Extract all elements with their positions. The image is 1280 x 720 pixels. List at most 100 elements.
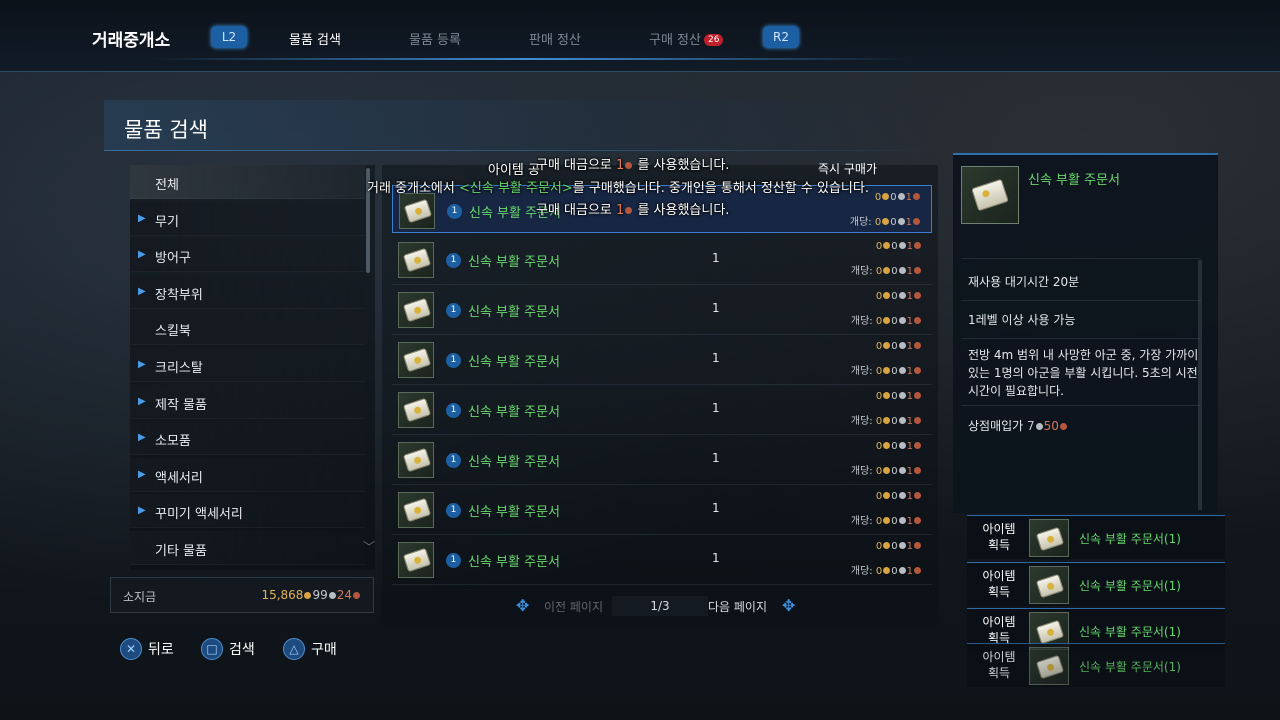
category-label: 액세서리 <box>155 470 203 486</box>
silver-coin-icon <box>898 417 906 424</box>
tab-purchase-settlement[interactable]: 구매 정산 26 <box>649 29 724 48</box>
unit-price-label: 개당: <box>850 316 873 327</box>
unit-price-label: 개당: <box>850 266 873 277</box>
item-row[interactable]: 1 신속 부활 주문서 1 0 0 1 개당: 001 <box>392 285 932 335</box>
gold-coin-icon <box>883 317 891 324</box>
item-row[interactable]: 1 신속 부활 주문서 1 0 0 1 개당: 001 <box>392 385 932 435</box>
back-button[interactable]: ✕ 뒤로 <box>120 638 174 662</box>
scroll-icon <box>403 198 433 224</box>
detail-scrollbar[interactable] <box>1198 260 1202 510</box>
copper-coin-icon <box>914 417 921 424</box>
detail-divider <box>961 405 1201 406</box>
cross-button-icon: ✕ <box>120 638 142 660</box>
category-item-all[interactable]: 전체 <box>130 165 365 199</box>
copper-coin-icon <box>914 367 921 374</box>
scroll-icon <box>1035 573 1065 599</box>
tab-item-register[interactable]: 물품 등록 <box>409 29 461 48</box>
search-button[interactable]: □ 검색 <box>201 638 255 662</box>
item-row[interactable]: 1 신속 부활 주문서 1 0 0 1 개당: 001 <box>392 335 932 385</box>
r2-button[interactable]: R2 <box>763 26 799 48</box>
silver-amount: 99 <box>312 588 328 602</box>
price-copper: 1 <box>906 316 913 327</box>
msg-item: <신속 부활 주문서> <box>459 181 573 196</box>
panel-title: 물품 검색 <box>124 118 208 142</box>
msg-text: 구매 대금으로 <box>536 158 617 173</box>
expand-arrow-icon: ▶ <box>138 359 146 370</box>
toast-item-name: 신속 부활 주문서(1) <box>1079 579 1181 593</box>
price-copper: 1 <box>906 491 913 502</box>
price-gold: 0 <box>875 291 883 302</box>
category-item-crystal[interactable]: ▶ 크리스탈 <box>130 348 365 382</box>
unit-price: 개당: 001 <box>851 512 922 527</box>
copper-coin-icon <box>914 392 921 399</box>
category-item-misc[interactable]: 기타 물품 <box>130 531 365 565</box>
next-page-button[interactable]: 다음 페이지 <box>708 598 767 615</box>
item-acquired-toast: 아이템 획득 신속 부활 주문서(1) <box>967 515 1225 559</box>
item-row[interactable]: 1 신속 부활 주문서 1 0 0 1 개당: 001 <box>392 535 932 585</box>
l2-button[interactable]: L2 <box>211 26 247 48</box>
price-silver: 0 <box>891 241 898 252</box>
price-copper: 1 <box>906 341 913 352</box>
square-button-icon: □ <box>201 638 223 660</box>
gold-coin-icon <box>883 392 891 399</box>
money-label: 소지금 <box>123 590 157 604</box>
item-name: 신속 부활 주문서 <box>468 305 560 320</box>
level-badge: 1 <box>446 353 461 368</box>
silver-coin-icon <box>898 567 906 574</box>
scroll-icon <box>1035 654 1065 680</box>
item-thumbnail <box>398 492 434 528</box>
category-item-armor[interactable]: ▶ 방어구 <box>130 238 365 273</box>
instant-buy-header: 즉시 구매가 <box>818 162 878 176</box>
msg-text: 구매 대금으로 <box>536 203 617 218</box>
price-silver: 0 <box>891 316 898 327</box>
top-bar-glow <box>150 58 910 60</box>
item-row[interactable]: 1 신속 부활 주문서 1 0 0 1 개당: 001 <box>392 435 932 485</box>
price-gold: 0 <box>875 241 883 252</box>
detail-item-thumbnail <box>961 166 1019 224</box>
msg-text: 를 구매했습니다. 중개인을 통해서 정산할 수 있습니다. <box>572 181 869 196</box>
tab-item-search[interactable]: 물품 검색 <box>289 29 341 48</box>
level-badge: 1 <box>446 553 461 568</box>
unit-price-label: 개당: <box>850 466 873 477</box>
instant-buy-price: 001 <box>876 341 922 352</box>
category-item-crafting[interactable]: ▶ 제작 물품 <box>130 384 365 419</box>
price-silver: 0 <box>891 341 898 352</box>
gold-coin-icon <box>883 367 891 374</box>
toast-label: 아이템 획득 <box>982 569 1016 599</box>
unit-price-label: 개당: <box>849 217 872 228</box>
category-item-accessory[interactable]: ▶ 액세서리 <box>130 457 365 492</box>
panel-title-band <box>104 100 940 150</box>
buy-button[interactable]: △ 구매 <box>283 638 337 662</box>
category-item-skillbook[interactable]: 스킬북 <box>130 311 365 346</box>
silver-coin-icon <box>898 542 906 549</box>
notification-badge: 26 <box>703 34 724 46</box>
prev-page-button[interactable]: 이전 페이지 <box>544 598 603 615</box>
item-acquired-toast: 아이템 획득 신속 부활 주문서(1) <box>967 562 1225 606</box>
level-badge: 1 <box>446 303 461 318</box>
item-quantity: 1 <box>712 351 720 365</box>
price-gold: 0 <box>875 366 883 377</box>
msg-text: 거래 중개소에서 <box>367 181 459 196</box>
panel-divider <box>104 150 940 151</box>
category-item-equip-slot[interactable]: ▶ 장착부위 <box>130 274 365 309</box>
category-item-weapon[interactable]: ▶ 무기 <box>130 201 365 236</box>
scroll-icon <box>402 347 432 373</box>
price-copper: 1 <box>905 217 912 228</box>
item-row[interactable]: 1 신속 부활 주문서 1 0 0 1 개당: 001 <box>392 235 932 285</box>
item-acquired-toast: 아이템 획득 신속 부활 주문서(1) <box>967 643 1225 687</box>
category-label: 크리스탈 <box>155 361 203 376</box>
tab-sales-settlement[interactable]: 판매 정산 <box>529 29 581 48</box>
silver-coin-icon <box>898 242 906 249</box>
silver-coin-icon <box>328 592 336 599</box>
copper-coin-icon <box>914 342 921 349</box>
item-row[interactable]: 1 신속 부활 주문서 1 0 0 1 개당: 001 <box>392 485 932 535</box>
copper-coin-icon <box>914 267 921 274</box>
category-item-cosmetic-accessory[interactable]: ▶ 꾸미기 액세서리 <box>130 494 365 529</box>
silver-coin-icon <box>897 218 905 225</box>
msg-text: 를 사용했습니다. <box>633 158 730 173</box>
gold-coin-icon <box>883 292 891 299</box>
buy-label: 구매 <box>311 642 337 658</box>
silver-coin-icon <box>898 267 906 274</box>
category-item-consumable[interactable]: ▶ 소모품 <box>130 421 365 456</box>
scroll-icon <box>402 497 432 523</box>
